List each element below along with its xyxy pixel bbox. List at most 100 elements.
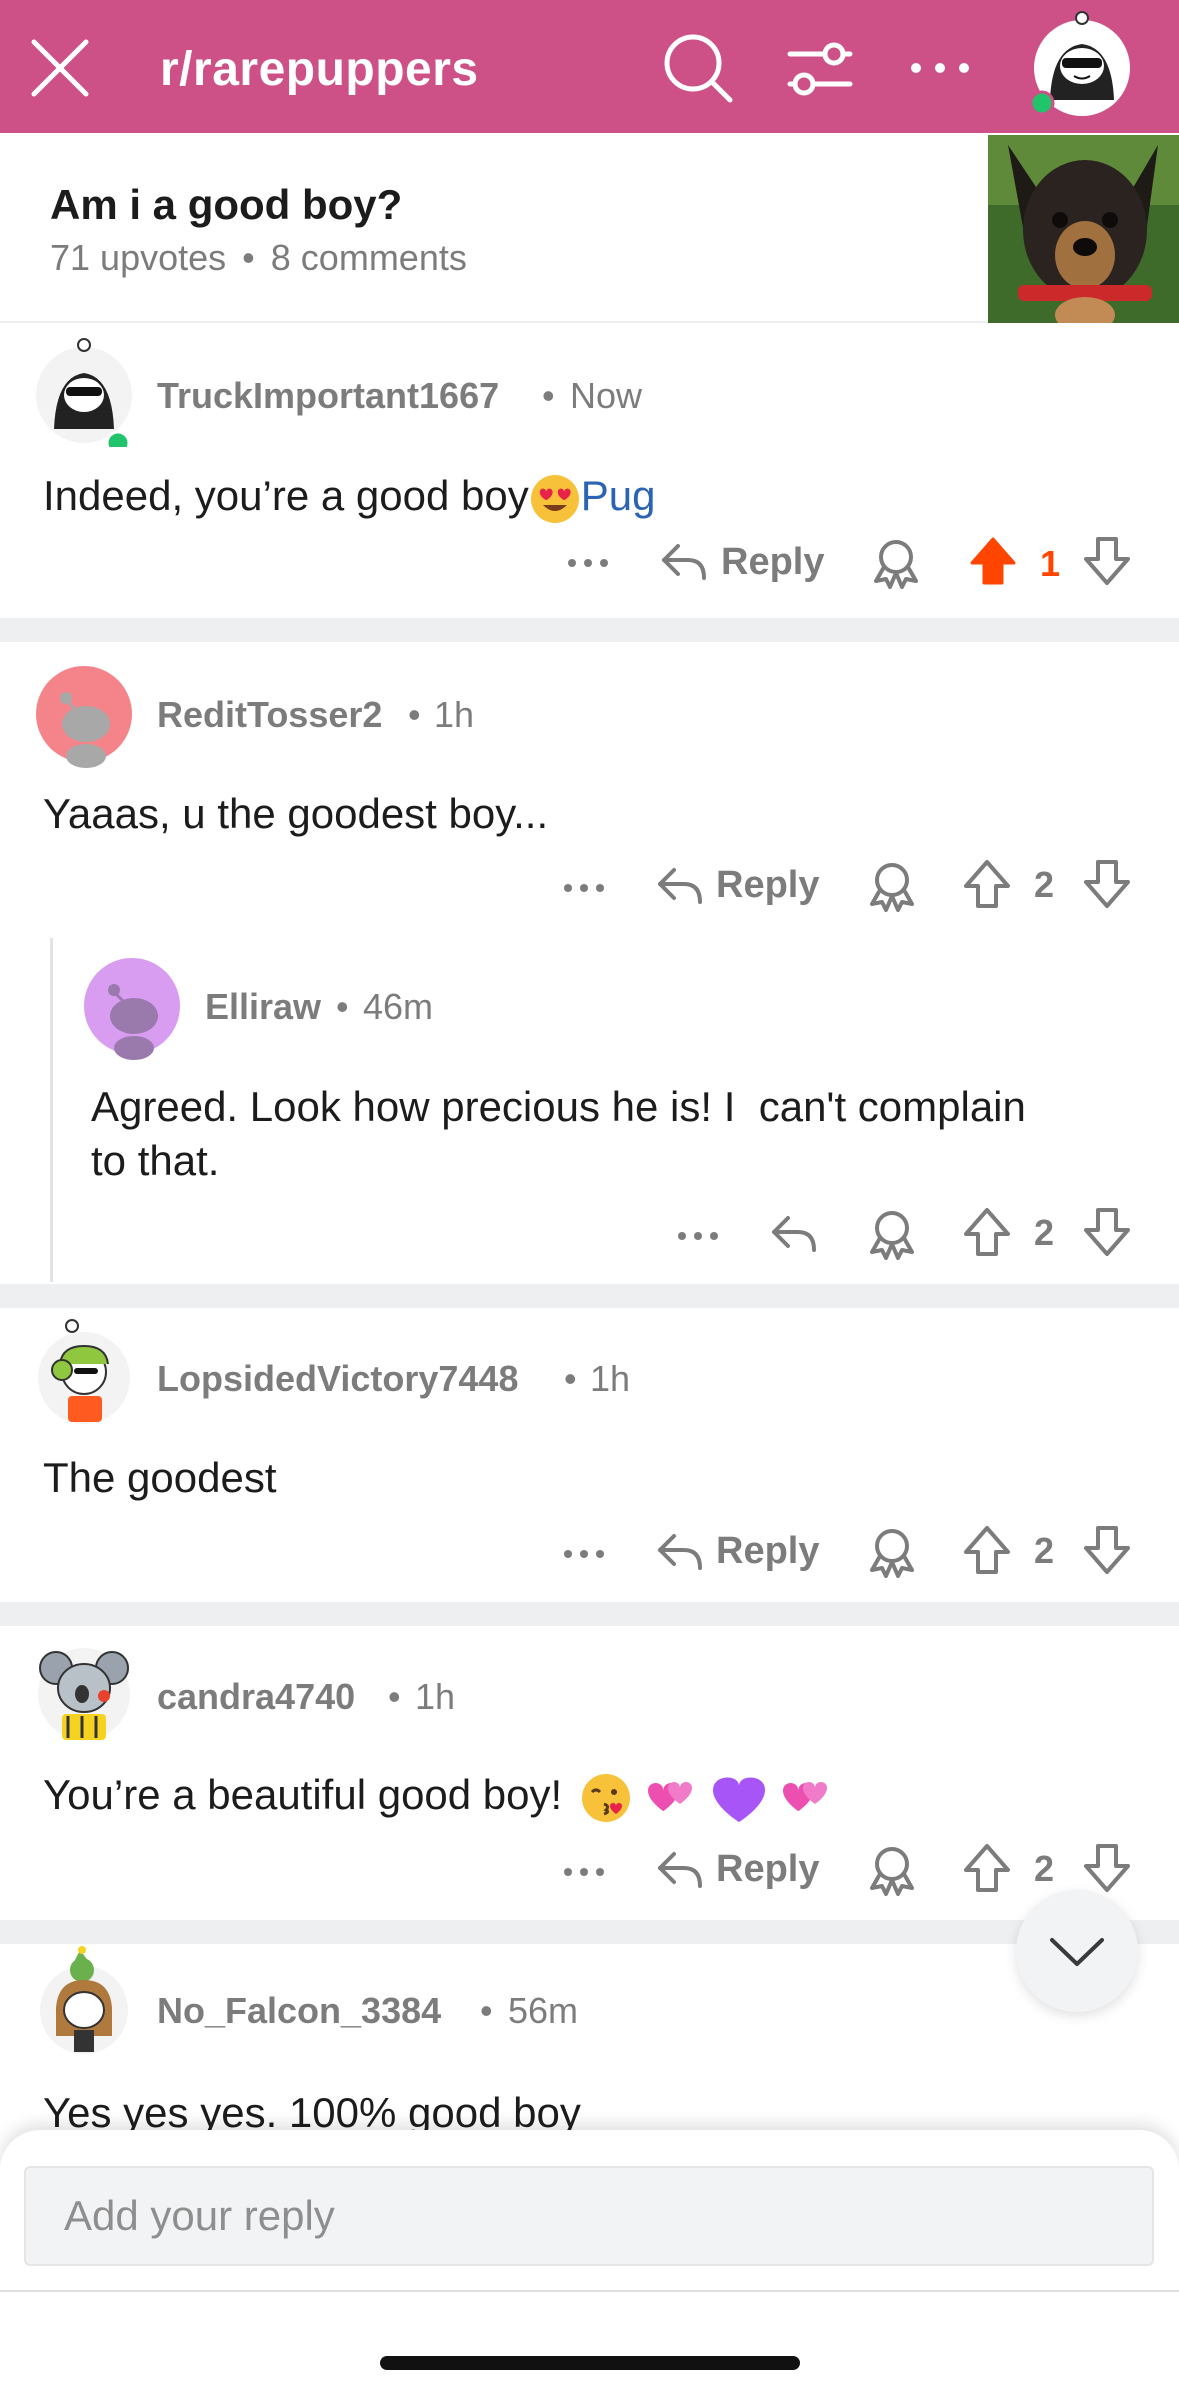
- comment-text: You’re a beautiful good boy!: [43, 1771, 563, 1818]
- comment: TruckImportant1667 • Now Indeed, you’re …: [0, 325, 1179, 615]
- comment-author[interactable]: Elliraw: [205, 986, 321, 1028]
- meta-dot: •: [542, 375, 555, 416]
- comment-time: 1h: [434, 694, 475, 735]
- heart-eyes-emoji-icon: [530, 474, 579, 523]
- comment-body: Indeed, you’re a good boy Pug: [43, 469, 655, 525]
- comment-text: Indeed, you’re a good boy: [43, 472, 529, 519]
- reply-composer: [0, 2130, 1179, 2396]
- divider: [0, 2290, 1179, 2292]
- more-options-icon[interactable]: [566, 553, 610, 573]
- sort-filter-icon[interactable]: [782, 30, 858, 106]
- meta-dot: •: [480, 1990, 493, 2031]
- kissing-face-emoji-icon: [581, 1773, 630, 1822]
- reply-arrow-icon[interactable]: [656, 864, 704, 908]
- comment-body: Agreed. Look how precious he is! I can't…: [91, 1080, 1026, 1188]
- comment-time: 1h: [415, 1676, 456, 1717]
- more-options-icon[interactable]: [562, 1862, 606, 1882]
- avatar[interactable]: [82, 956, 182, 1068]
- vote-count: 2: [1034, 1212, 1055, 1253]
- vote-count: 1: [1040, 543, 1061, 584]
- reply-arrow-icon[interactable]: [770, 1212, 818, 1256]
- comment-separator: [0, 618, 1179, 642]
- vote-count: 2: [1034, 1530, 1055, 1571]
- home-indicator[interactable]: [380, 2356, 800, 2370]
- comment-author[interactable]: LopsidedVictory7448: [157, 1358, 518, 1400]
- comment-author[interactable]: candra4740: [157, 1676, 355, 1718]
- comment-text-line: Agreed. Look how precious he is! I can't…: [91, 1083, 1026, 1130]
- meta-separator: •: [242, 237, 255, 278]
- reply-arrow-icon[interactable]: [656, 1848, 704, 1892]
- comment-body: The goodest: [43, 1454, 277, 1501]
- comment: No_Falcon_3384 • 56m Yes yes yes. 100% g…: [0, 1944, 1179, 2136]
- comment: candra4740 • 1h You’re a beautiful good …: [0, 1626, 1179, 1920]
- meta-dot: •: [336, 986, 349, 1027]
- post-title[interactable]: Am i a good boy?: [50, 181, 402, 229]
- thread-line[interactable]: [50, 938, 53, 1282]
- comment-text-line: to that.: [91, 1137, 220, 1184]
- reply-arrow-icon[interactable]: [660, 540, 708, 584]
- reply-arrow-icon[interactable]: [656, 1530, 704, 1574]
- comment-author[interactable]: TruckImportant1667: [157, 375, 499, 417]
- next-comment-button[interactable]: [1016, 1890, 1138, 2012]
- downvote-icon[interactable]: [1082, 858, 1132, 910]
- comment-body: You’re a beautiful good boy!: [43, 1768, 835, 1824]
- comment-count: 8 comments: [270, 237, 467, 278]
- more-options-icon[interactable]: [562, 1544, 606, 1564]
- upvote-icon[interactable]: [962, 1842, 1012, 1894]
- comment-separator: [0, 1602, 1179, 1626]
- comment-author[interactable]: No_Falcon_3384: [157, 1990, 441, 2032]
- avatar[interactable]: [34, 1632, 134, 1744]
- user-avatar[interactable]: [1028, 8, 1136, 118]
- comment-time: 56m: [508, 1990, 579, 2031]
- more-options-icon[interactable]: [562, 878, 606, 898]
- post-thumbnail[interactable]: [988, 135, 1179, 323]
- reply-input[interactable]: [24, 2166, 1154, 2266]
- reply-button[interactable]: Reply: [721, 541, 824, 584]
- upvote-icon[interactable]: [962, 1524, 1012, 1576]
- downvote-icon[interactable]: [1082, 1524, 1132, 1576]
- meta-dot: •: [408, 694, 421, 735]
- avatar[interactable]: [34, 335, 134, 447]
- upvote-icon[interactable]: [962, 1206, 1012, 1258]
- more-options-icon[interactable]: [676, 1226, 720, 1246]
- pug-link[interactable]: Pug: [581, 472, 656, 519]
- award-icon[interactable]: [866, 858, 918, 912]
- reply-button[interactable]: Reply: [716, 1848, 819, 1891]
- chevron-down-icon: [1050, 1938, 1104, 1966]
- avatar[interactable]: [34, 1946, 134, 2058]
- vote-count: 2: [1034, 1848, 1055, 1889]
- award-icon[interactable]: [866, 1842, 918, 1896]
- comment-time: 46m: [363, 986, 434, 1027]
- downvote-icon[interactable]: [1082, 535, 1132, 587]
- post-meta: 71 upvotes • 8 comments: [50, 237, 467, 279]
- search-icon[interactable]: [660, 30, 736, 106]
- reply-button[interactable]: Reply: [716, 1530, 819, 1573]
- close-icon[interactable]: [28, 36, 92, 100]
- award-icon[interactable]: [866, 1206, 918, 1260]
- subreddit-title[interactable]: r/rarepuppers: [160, 42, 479, 97]
- reply-button[interactable]: Reply: [716, 864, 819, 907]
- avatar[interactable]: [34, 664, 134, 776]
- award-icon[interactable]: [866, 1524, 918, 1578]
- upvote-icon[interactable]: [968, 535, 1018, 587]
- two-hearts-emoji-icon: [782, 1781, 827, 1812]
- post-summary[interactable]: Am i a good boy? 71 upvotes • 8 comments: [0, 133, 1179, 323]
- downvote-icon[interactable]: [1082, 1842, 1132, 1894]
- comment-separator: [0, 1920, 1179, 1944]
- upvote-icon[interactable]: [962, 858, 1012, 910]
- more-icon[interactable]: [905, 38, 975, 98]
- purple-heart-emoji-icon: [713, 1777, 766, 1822]
- meta-dot: •: [388, 1676, 401, 1717]
- comment: LopsidedVictory7448 • 1h The goodest Rep…: [0, 1308, 1179, 1604]
- comment-body: Yaaas, u the goodest boy...: [43, 790, 549, 837]
- top-bar: r/rarepuppers: [0, 0, 1179, 133]
- comment-time: Now: [570, 375, 643, 416]
- downvote-icon[interactable]: [1082, 1206, 1132, 1258]
- avatar[interactable]: [34, 1316, 134, 1428]
- award-icon[interactable]: [870, 535, 922, 589]
- comment-author[interactable]: ReditTosser2: [157, 694, 382, 736]
- upvote-count: 71 upvotes: [50, 237, 227, 278]
- comment-time: 1h: [590, 1358, 631, 1399]
- two-hearts-emoji-icon: [647, 1781, 692, 1812]
- comment-separator: [0, 1284, 1179, 1308]
